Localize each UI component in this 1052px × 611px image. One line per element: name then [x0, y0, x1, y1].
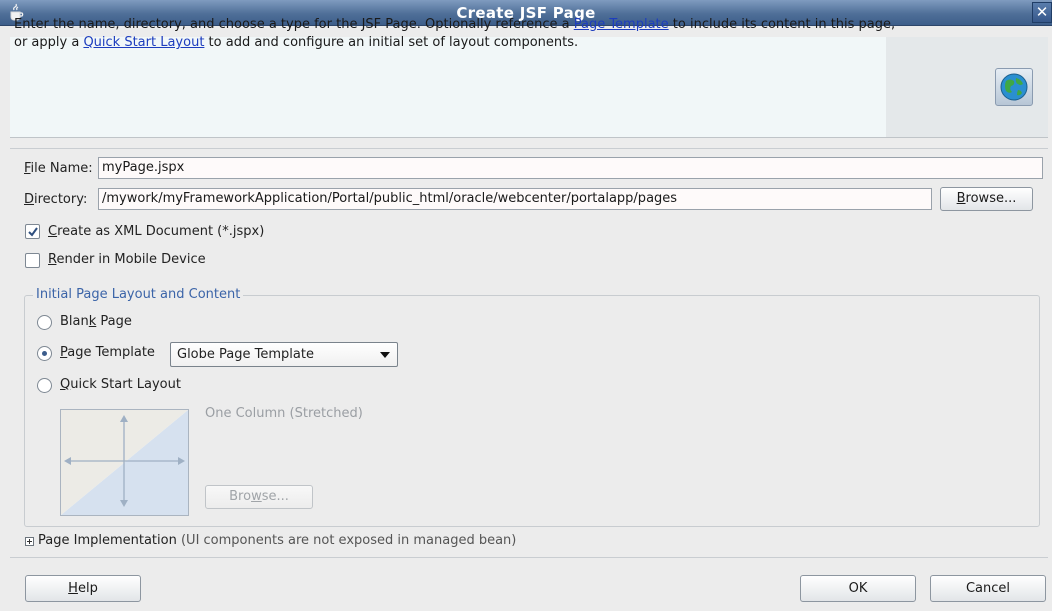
render-mobile-label-rest: ender in Mobile Device — [56, 252, 206, 267]
layout-preview-graphic — [61, 410, 188, 515]
create-xml-label[interactable]: Create as XML Document (*.jspx) — [48, 224, 264, 239]
render-mobile-checkbox[interactable] — [25, 253, 40, 268]
browse-layout-button[interactable]: Browse... — [205, 485, 313, 509]
layout-name: One Column (Stretched) — [205, 406, 363, 421]
quick-start-radio[interactable] — [37, 378, 52, 393]
header-divider-2 — [10, 148, 1048, 149]
page-implementation-label: Page Implementation — [38, 533, 177, 548]
blank-page-label[interactable]: Blank Page — [60, 314, 132, 329]
directory-label: Directory: — [24, 192, 87, 207]
browse-mnemonic: B — [956, 191, 966, 206]
file-name-field[interactable]: myPage.jspx — [98, 157, 1043, 179]
help-button[interactable]: Help — [25, 575, 141, 602]
page-template-label[interactable]: Page Template — [60, 345, 155, 360]
quick-start-mnemonic: Q — [60, 377, 71, 392]
checkmark-icon — [28, 227, 38, 237]
page-template-label-rest: age Template — [67, 345, 155, 360]
browse-layout-label-a: Bro — [229, 489, 252, 504]
page-implementation-note: (UI components are not exposed in manage… — [176, 533, 517, 548]
quick-start-label[interactable]: Quick Start Layout — [60, 377, 181, 392]
blank-page-radio[interactable] — [37, 315, 52, 330]
render-mobile-label[interactable]: Render in Mobile Device — [48, 252, 206, 267]
create-xml-label-rest: reate as XML Document (*.jspx) — [57, 224, 265, 239]
directory-mnemonic: D — [24, 192, 35, 207]
create-jsf-page-dialog: Create JSF Page ✕ Enter the name, direct… — [0, 0, 1052, 611]
browse-directory-button[interactable]: Browse... — [940, 187, 1033, 211]
file-name-label: File Name: — [24, 161, 93, 176]
description-panel — [10, 37, 886, 137]
browse-layout-mnemonic: w — [251, 489, 262, 504]
description-part-1: Enter the name, directory, and choose a … — [14, 17, 574, 32]
footer-divider — [10, 557, 1048, 558]
page-template-radio[interactable] — [37, 346, 52, 361]
header-divider — [10, 137, 1048, 138]
page-template-link[interactable]: Page Template — [574, 17, 669, 32]
cancel-button[interactable]: Cancel — [930, 575, 1046, 602]
group-title: Initial Page Layout and Content — [33, 287, 244, 302]
quick-start-label-rest: uick Start Layout — [70, 377, 181, 392]
description-part-4: to add and configure an initial set of l… — [204, 35, 579, 50]
create-xml-mnemonic: C — [48, 224, 58, 239]
blank-page-label-a: Blan — [60, 314, 89, 329]
description-text: Enter the name, directory, and choose a … — [14, 16, 974, 52]
globe-icon — [995, 68, 1033, 106]
blank-page-label-b: Page — [96, 314, 132, 329]
page-template-select[interactable]: Globe Page Template — [170, 342, 398, 367]
layout-preview-thumbnail — [60, 409, 189, 516]
page-implementation-row[interactable]: Page Implementation (UI components are n… — [38, 533, 516, 548]
description-part-2: to include its content in this page, — [668, 17, 896, 32]
chevron-down-icon — [380, 352, 390, 358]
file-name-label-rest: ile Name: — [30, 161, 93, 176]
help-mnemonic: H — [68, 581, 78, 596]
globe-graphic — [1000, 73, 1028, 101]
close-button[interactable]: ✕ — [1032, 2, 1052, 23]
ok-button[interactable]: OK — [800, 575, 916, 602]
description-part-3: or apply a — [14, 35, 84, 50]
browse-layout-label-b: se... — [261, 489, 289, 504]
help-label-rest: elp — [77, 581, 98, 596]
browse-label-rest: rowse... — [965, 191, 1017, 206]
page-template-selected: Globe Page Template — [177, 347, 314, 362]
directory-label-rest: irectory: — [34, 192, 88, 207]
directory-field[interactable]: /mywork/myFrameworkApplication/Portal/pu… — [98, 188, 932, 210]
create-xml-checkbox[interactable] — [25, 224, 40, 239]
expand-plus-icon[interactable] — [25, 537, 34, 546]
quick-start-layout-link[interactable]: Quick Start Layout — [83, 35, 204, 50]
